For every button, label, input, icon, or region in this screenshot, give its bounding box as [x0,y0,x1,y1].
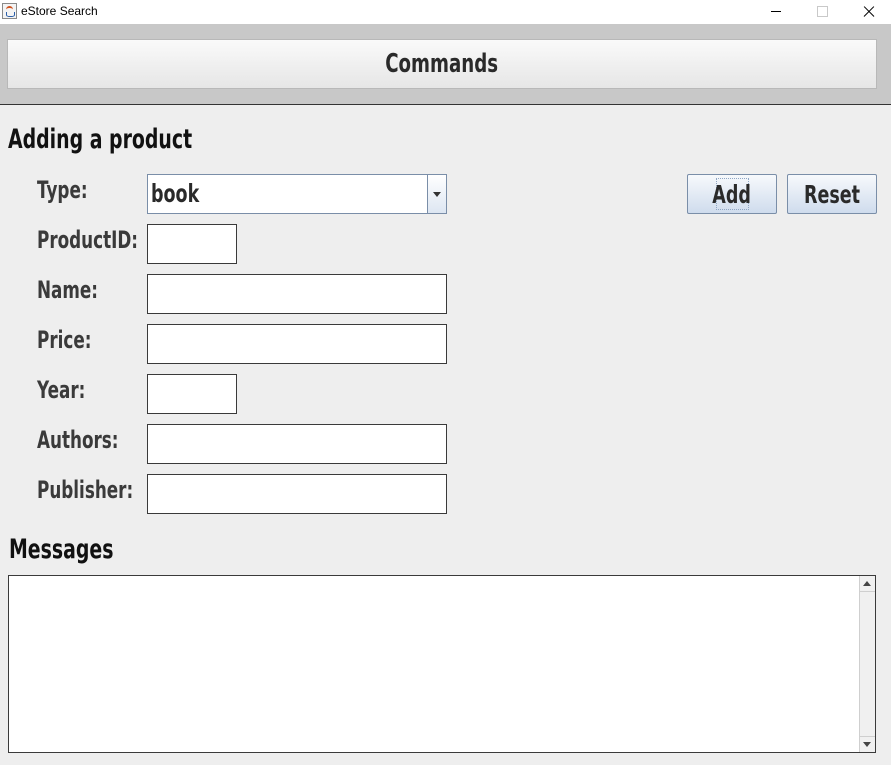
commands-panel: Commands [0,24,891,105]
add-button[interactable]: Add [687,174,777,214]
price-input[interactable] [147,324,447,364]
close-button[interactable] [845,0,891,24]
authors-input[interactable] [147,424,447,464]
add-product-heading: Adding a product [8,124,193,155]
java-cup-icon [2,3,17,19]
publisher-label: Publisher: [37,476,134,504]
messages-heading: Messages [9,534,114,565]
price-label: Price: [37,326,92,354]
maximize-button[interactable] [799,0,845,24]
minimize-button[interactable] [753,0,799,24]
type-select[interactable]: book [147,174,447,214]
product-id-input[interactable] [147,224,237,264]
chevron-down-icon[interactable] [427,175,446,213]
window-title: eStore Search [21,4,98,18]
messages-textarea[interactable] [8,575,876,753]
messages-scrollbar[interactable] [859,576,875,752]
year-input[interactable] [147,374,237,414]
type-select-value: book [151,179,200,208]
name-label: Name: [37,276,99,304]
reset-button[interactable]: Reset [787,174,877,214]
publisher-input[interactable] [147,474,447,514]
authors-label: Authors: [37,426,119,454]
product-id-label: ProductID: [37,226,139,254]
year-label: Year: [37,376,86,404]
scroll-down-icon[interactable] [860,736,875,752]
type-label: Type: [37,176,88,204]
title-bar: eStore Search [0,0,891,24]
name-input[interactable] [147,274,447,314]
reset-button-label: Reset [804,179,860,209]
commands-title: Commands [385,49,499,79]
commands-bar: Commands [7,39,877,89]
scroll-up-icon[interactable] [860,576,875,592]
add-button-label: Add [712,179,752,209]
